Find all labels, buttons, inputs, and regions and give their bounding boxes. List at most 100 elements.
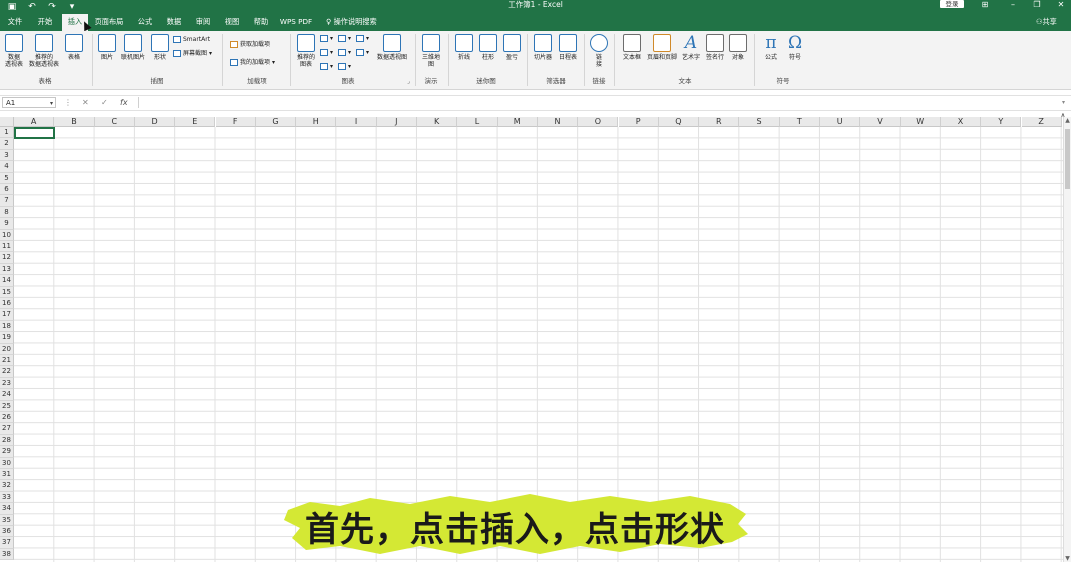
smartart-button[interactable]: SmartArt — [173, 35, 210, 44]
row-header-23[interactable]: 23 — [0, 377, 14, 390]
scroll-up-icon[interactable]: ▲ — [1064, 117, 1071, 124]
signature-line-button[interactable]: 签名行 — [704, 34, 726, 61]
row-header-3[interactable]: 3 — [0, 149, 14, 162]
column-header-v[interactable]: V — [860, 117, 901, 127]
column-header-z[interactable]: Z — [1021, 117, 1062, 127]
row-header-17[interactable]: 17 — [0, 309, 14, 321]
table-button[interactable]: 表格 — [64, 34, 84, 61]
scrollbar-thumb[interactable] — [1065, 129, 1070, 189]
column-header-p[interactable]: P — [618, 117, 659, 127]
column-header-a[interactable]: A — [14, 117, 55, 127]
object-button[interactable]: 对象 — [728, 34, 748, 61]
my-addins-button[interactable]: 我的加载项 ▾ — [230, 58, 275, 67]
sparkline-winloss-button[interactable]: 盈亏 — [501, 34, 523, 61]
tab-formulas[interactable]: 公式 — [133, 14, 157, 31]
header-footer-button[interactable]: 页眉和页脚 — [645, 34, 679, 61]
column-header-t[interactable]: T — [779, 117, 820, 127]
row-header-24[interactable]: 24 — [0, 389, 14, 401]
expand-formula-bar-icon[interactable]: ▾ — [1062, 96, 1065, 109]
waterfall-chart-dropdown[interactable]: ▾ — [356, 34, 369, 43]
row-header-32[interactable]: 32 — [0, 480, 14, 492]
wordart-button[interactable]: A 艺术字 — [680, 34, 702, 61]
line-chart-dropdown[interactable]: ▾ — [320, 48, 333, 57]
column-header-q[interactable]: Q — [658, 117, 700, 127]
row-header-30[interactable]: 30 — [0, 457, 14, 469]
column-header-u[interactable]: U — [820, 117, 861, 127]
row-header-21[interactable]: 21 — [0, 355, 14, 367]
column-header-y[interactable]: Y — [981, 117, 1022, 127]
pivot-table-button[interactable]: 数据 透视表 — [3, 34, 25, 68]
tab-file[interactable]: 文件 — [4, 14, 26, 31]
row-header-22[interactable]: 22 — [0, 366, 14, 378]
column-chart-dropdown[interactable]: ▾ — [320, 34, 333, 43]
row-header-13[interactable]: 13 — [0, 263, 14, 276]
textbox-button[interactable]: 文本框 — [620, 34, 644, 61]
link-button[interactable]: 链 接 — [589, 34, 609, 68]
row-header-27[interactable]: 27 — [0, 423, 14, 435]
row-header-26[interactable]: 26 — [0, 412, 14, 424]
hierarchy-chart-dropdown[interactable]: ▾ — [338, 34, 351, 43]
column-header-w[interactable]: W — [900, 117, 941, 127]
insert-function-icon[interactable]: fx — [120, 96, 128, 109]
3d-map-button[interactable]: 三维地 图 — [419, 34, 443, 68]
restore-icon[interactable]: ❐ — [1030, 0, 1044, 10]
share-button[interactable]: ⚇共享 — [1036, 14, 1057, 31]
tell-me-search[interactable]: ♀ 操作说明搜索 — [326, 14, 377, 31]
column-header-d[interactable]: D — [134, 117, 176, 127]
selected-cell-a1[interactable] — [14, 127, 55, 139]
ribbon-display-options-icon[interactable]: ⊞ — [978, 0, 992, 10]
row-header-25[interactable]: 25 — [0, 400, 14, 412]
select-all-corner[interactable] — [0, 117, 14, 127]
minimize-icon[interactable]: – — [1006, 0, 1020, 10]
row-header-36[interactable]: 36 — [0, 526, 14, 538]
charts-dialog-launcher-icon[interactable]: ⌟ — [407, 77, 410, 86]
row-header-5[interactable]: 5 — [0, 172, 14, 184]
column-header-s[interactable]: S — [739, 117, 780, 127]
online-picture-button[interactable]: 联机图片 — [119, 34, 147, 61]
column-header-g[interactable]: G — [255, 117, 297, 127]
row-header-15[interactable]: 15 — [0, 286, 14, 298]
row-header-35[interactable]: 35 — [0, 514, 14, 526]
row-header-9[interactable]: 9 — [0, 218, 14, 230]
row-header-38[interactable]: 38 — [0, 548, 14, 561]
symbol-button[interactable]: Ω 符号 — [784, 34, 806, 61]
column-header-b[interactable]: B — [54, 117, 95, 127]
row-header-29[interactable]: 29 — [0, 446, 14, 458]
row-header-31[interactable]: 31 — [0, 469, 14, 481]
timeline-button[interactable]: 日程表 — [556, 34, 580, 61]
row-header-1[interactable]: 1 — [0, 127, 14, 139]
column-header-x[interactable]: X — [940, 117, 982, 127]
row-header-37[interactable]: 37 — [0, 537, 14, 549]
scatter-chart-dropdown[interactable]: ▾ — [338, 62, 351, 71]
row-header-18[interactable]: 18 — [0, 320, 14, 333]
tab-wps-pdf[interactable]: WPS PDF — [278, 14, 314, 31]
row-header-11[interactable]: 11 — [0, 241, 14, 253]
row-header-10[interactable]: 10 — [0, 229, 14, 241]
column-header-l[interactable]: L — [457, 117, 498, 127]
row-header-16[interactable]: 16 — [0, 298, 14, 310]
column-header-m[interactable]: M — [497, 117, 538, 127]
tab-page-layout[interactable]: 页面布局 — [92, 14, 126, 31]
statistic-chart-dropdown[interactable]: ▾ — [338, 48, 351, 57]
chevron-down-icon[interactable]: ▾ — [50, 98, 53, 109]
column-header-c[interactable]: C — [94, 117, 135, 127]
scroll-down-icon[interactable]: ▼ — [1064, 555, 1071, 562]
column-header-n[interactable]: N — [537, 117, 579, 127]
vertical-scrollbar[interactable]: ▲ ▼ — [1063, 117, 1071, 562]
column-header-k[interactable]: K — [417, 117, 458, 127]
formula-input[interactable] — [138, 97, 1069, 108]
equation-button[interactable]: π 公式 — [760, 34, 782, 61]
combo-chart-dropdown[interactable]: ▾ — [356, 48, 369, 57]
row-header-4[interactable]: 4 — [0, 161, 14, 173]
cancel-icon[interactable]: ✕ — [82, 96, 89, 109]
row-header-20[interactable]: 20 — [0, 343, 14, 355]
column-header-o[interactable]: O — [578, 117, 619, 127]
row-header-6[interactable]: 6 — [0, 184, 14, 196]
column-header-h[interactable]: H — [296, 117, 337, 127]
tab-review[interactable]: 审阅 — [191, 14, 215, 31]
row-header-33[interactable]: 33 — [0, 491, 14, 504]
row-header-7[interactable]: 7 — [0, 195, 14, 207]
column-header-e[interactable]: E — [175, 117, 216, 127]
tab-data[interactable]: 数据 — [162, 14, 186, 31]
name-box[interactable]: A1 ▾ — [2, 97, 56, 108]
